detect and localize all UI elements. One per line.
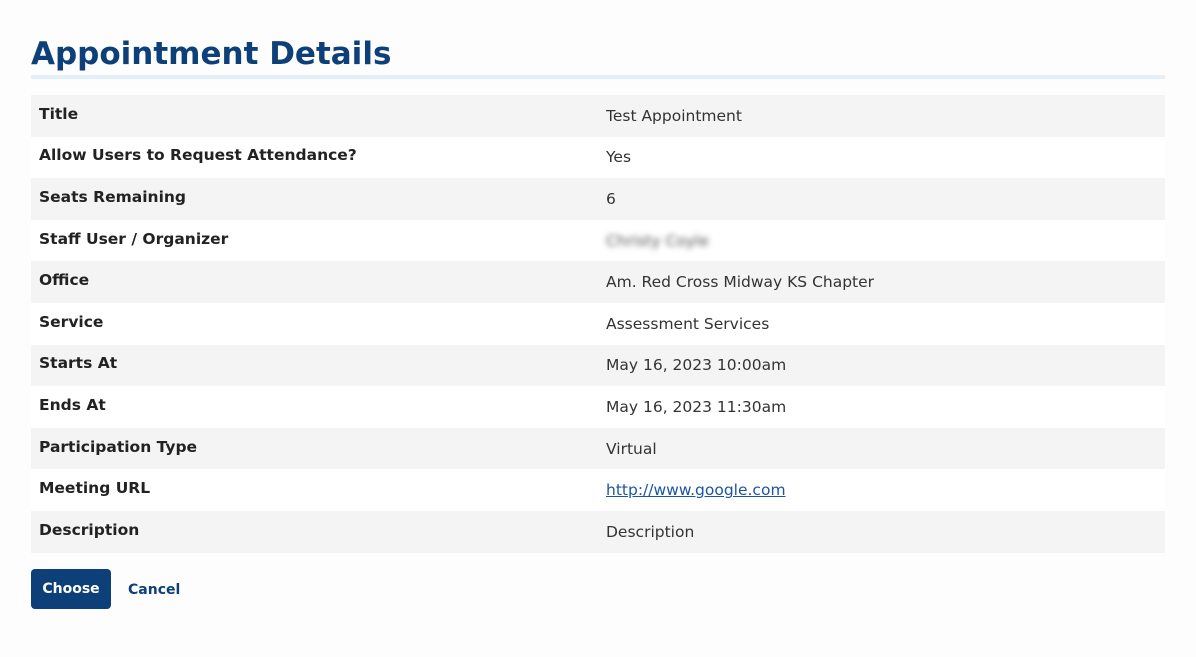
detail-label: Office	[39, 271, 90, 290]
detail-value: Test Appointment	[606, 106, 742, 125]
title-divider	[31, 75, 1165, 79]
detail-value: Am. Red Cross Midway KS Chapter	[606, 273, 875, 292]
organizer-name-redacted: Christy Coyle	[606, 231, 709, 250]
detail-row-title: Title Test Appointment	[31, 95, 1165, 137]
detail-row-ends-at: Ends At May 16, 2023 11:30am	[31, 386, 1165, 428]
detail-value: May 16, 2023 11:30am	[606, 397, 787, 416]
detail-value: Assessment Services	[606, 314, 770, 333]
detail-label: Ends At	[39, 395, 106, 414]
detail-label: Service	[39, 312, 104, 331]
detail-label: Description	[39, 520, 140, 539]
detail-row-seats-remaining: Seats Remaining 6	[31, 178, 1165, 220]
detail-row-participation-type: Participation Type Virtual	[31, 427, 1165, 470]
detail-row-staff-user: Staff User / Organizer Christy Coyle	[31, 219, 1165, 262]
detail-label: Meeting URL	[39, 479, 151, 498]
detail-value: Description	[606, 522, 695, 541]
detail-row-service: Service Assessment Services	[31, 302, 1165, 345]
detail-row-starts-at: Starts At May 16, 2023 10:00am	[31, 344, 1165, 387]
detail-label: Allow Users to Request Attendance?	[39, 146, 357, 165]
appointment-details-panel: Appointment Details Title Test Appointme…	[31, 0, 1165, 609]
detail-label: Title	[39, 104, 79, 123]
meeting-url-link[interactable]: http://www.google.com	[606, 481, 786, 499]
detail-value: Yes	[606, 148, 632, 167]
detail-row-meeting-url: Meeting URL http://www.google.com	[31, 469, 1165, 511]
detail-row-description: Description Description	[31, 510, 1165, 553]
detail-value: 6	[606, 189, 616, 208]
details-table: Title Test Appointment Allow Users to Re…	[31, 95, 1165, 553]
detail-label: Starts At	[39, 354, 118, 373]
detail-label: Participation Type	[39, 437, 198, 456]
detail-value: Virtual	[606, 439, 657, 458]
detail-label: Seats Remaining	[39, 187, 187, 206]
detail-value: May 16, 2023 10:00am	[606, 356, 787, 375]
cancel-link[interactable]: Cancel	[128, 582, 180, 598]
choose-button[interactable]: Choose	[31, 568, 111, 609]
detail-value-organizer: Christy Coyle	[598, 232, 1165, 250]
page-title: Appointment Details	[31, 36, 392, 72]
detail-row-office: Office Am. Red Cross Midway KS Chapter	[31, 261, 1165, 303]
detail-value-link-cell: http://www.google.com	[598, 481, 1165, 499]
detail-label: Staff User / Organizer	[39, 229, 229, 248]
form-actions: Choose Cancel	[31, 568, 1165, 609]
detail-row-allow-request: Allow Users to Request Attendance? Yes	[31, 136, 1165, 179]
